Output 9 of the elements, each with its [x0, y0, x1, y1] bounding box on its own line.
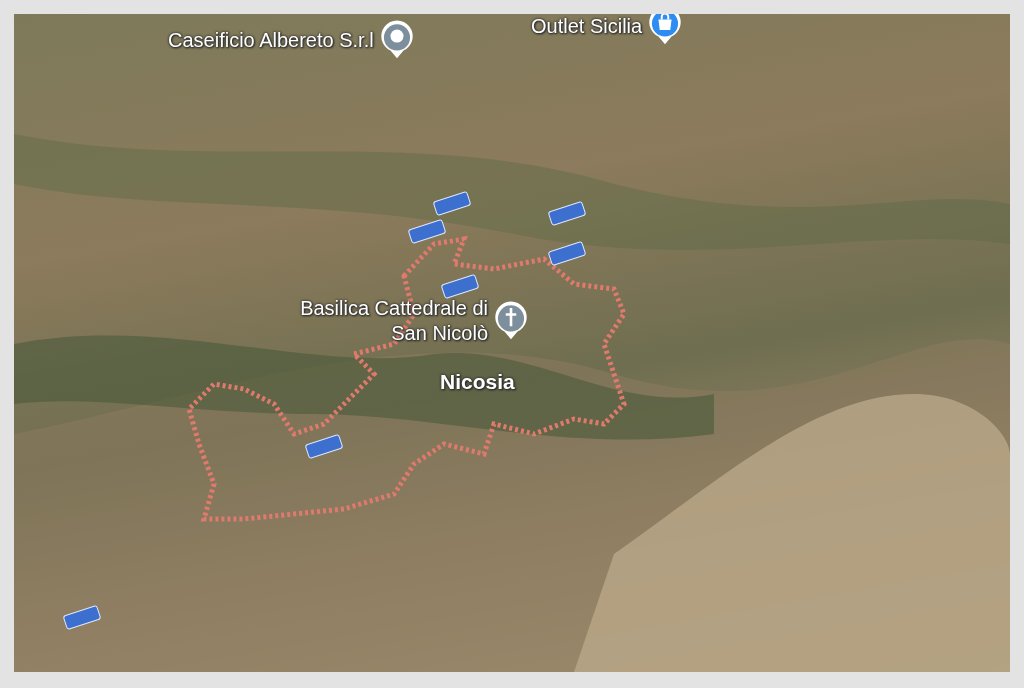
place-label[interactable]: Outlet Sicilia	[531, 14, 643, 38]
place-label[interactable]: Caseificio Albereto S.r.l	[168, 28, 374, 52]
satellite-map-photo[interactable]: Caseificio Albereto S.r.l Outlet Sicilia Basilica Cattedrale di San Nicolò Nicosia	[14, 14, 1010, 672]
place-label[interactable]: Basilica Cattedrale di San Nicolò	[298, 296, 488, 346]
shopping-bag-pin-icon[interactable]	[648, 14, 683, 46]
pin-icon[interactable]	[379, 20, 414, 60]
town-label[interactable]: Nicosia	[440, 370, 515, 394]
road-shield-icon	[407, 218, 447, 245]
cross-pin-icon[interactable]	[494, 301, 528, 341]
